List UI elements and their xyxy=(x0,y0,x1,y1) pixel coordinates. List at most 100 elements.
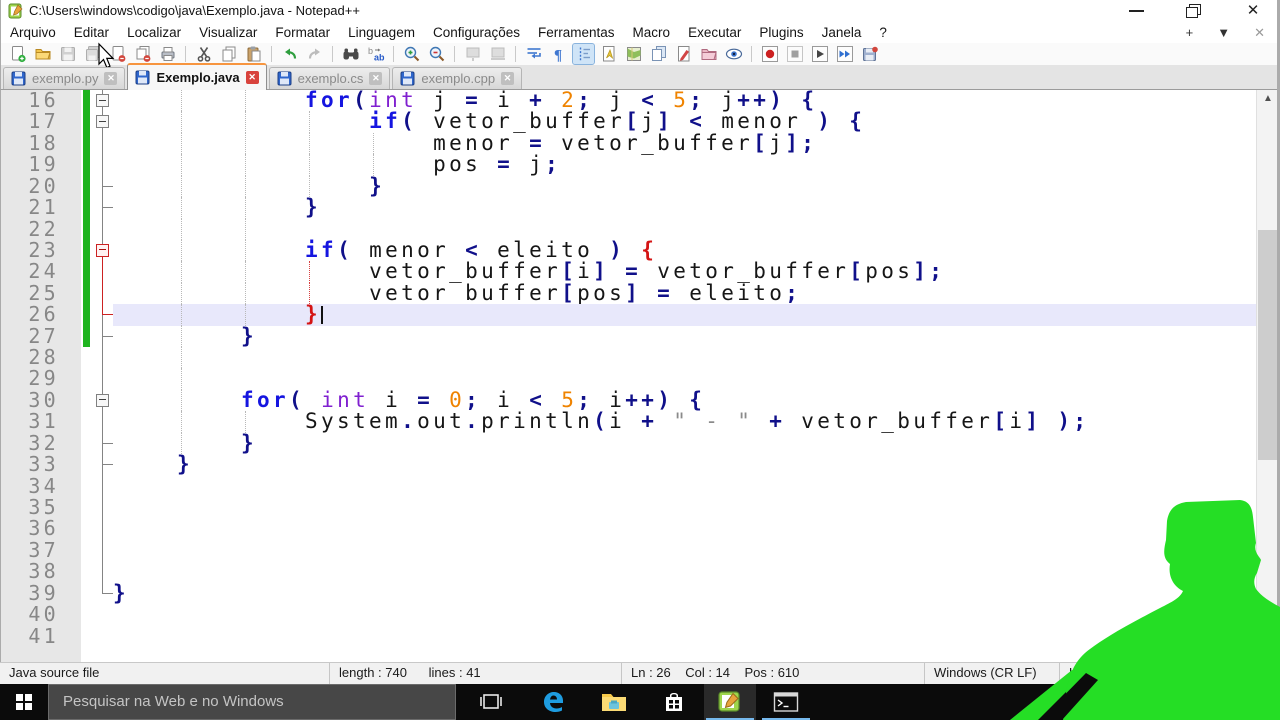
code-line-16[interactable]: for(int j = i + 2; j < 5; j++) { xyxy=(113,90,1256,111)
fold-marker[interactable] xyxy=(93,390,113,411)
code-line-33[interactable]: } xyxy=(113,454,1256,475)
taskbar-file-explorer-icon[interactable] xyxy=(588,684,640,720)
new-file-icon[interactable] xyxy=(7,44,28,64)
find-icon[interactable] xyxy=(340,44,361,64)
menu-arquivo[interactable]: Arquivo xyxy=(1,22,65,43)
menu-janela[interactable]: Janela xyxy=(813,22,871,43)
sync-scroll-horizontal-icon[interactable] xyxy=(487,44,508,64)
stop-recording-icon[interactable] xyxy=(784,44,805,64)
copy-icon[interactable] xyxy=(218,44,239,64)
scrollbar-thumb[interactable] xyxy=(1258,230,1278,460)
tab-close-icon[interactable]: ✕ xyxy=(104,72,117,85)
fold-marker[interactable] xyxy=(93,368,113,389)
code-line-18[interactable]: menor = vetor_buffer[j]; xyxy=(113,133,1256,154)
menu-configuracoes[interactable]: Configurações xyxy=(424,22,529,43)
fold-margin[interactable] xyxy=(93,90,113,662)
fold-marker[interactable] xyxy=(93,411,113,432)
fold-marker[interactable] xyxy=(93,197,113,218)
code-line-39[interactable]: } xyxy=(113,583,1256,604)
save-all-icon[interactable] xyxy=(82,44,103,64)
tab-close-icon[interactable]: ✕ xyxy=(501,72,514,85)
menu-ferramentas[interactable]: Ferramentas xyxy=(529,22,624,43)
minimize-button[interactable] xyxy=(1121,0,1153,22)
tab-exemplo-cpp[interactable]: exemplo.cpp✕ xyxy=(392,67,522,89)
start-button[interactable] xyxy=(0,684,48,720)
close-all-icon[interactable] xyxy=(132,44,153,64)
fold-marker[interactable] xyxy=(93,219,113,240)
fold-marker[interactable] xyxy=(93,304,113,325)
sync-scroll-vertical-icon[interactable] xyxy=(462,44,483,64)
zoom-in-icon[interactable] xyxy=(401,44,422,64)
fold-marker[interactable] xyxy=(93,497,113,518)
taskbar-store-icon[interactable] xyxy=(648,684,700,720)
menu-visualizar[interactable]: Visualizar xyxy=(190,22,266,43)
code-line-20[interactable]: } xyxy=(113,176,1256,197)
taskbar-command-prompt-icon[interactable] xyxy=(760,684,812,720)
close-list-icon[interactable]: ✕ xyxy=(1254,25,1265,41)
function-list-icon[interactable] xyxy=(598,44,619,64)
tab-close-icon[interactable]: ✕ xyxy=(246,71,259,84)
fold-marker[interactable] xyxy=(93,626,113,647)
menu-macro[interactable]: Macro xyxy=(624,22,680,43)
code-line-38[interactable] xyxy=(113,561,1256,582)
menu-help[interactable]: ? xyxy=(870,22,896,43)
code-line-34[interactable] xyxy=(113,476,1256,497)
code-line-28[interactable] xyxy=(113,347,1256,368)
file-monitoring-icon[interactable] xyxy=(723,44,744,64)
code-line-23[interactable]: if( menor < eleito ) { xyxy=(113,240,1256,261)
code-line-40[interactable] xyxy=(113,604,1256,625)
code-line-36[interactable] xyxy=(113,518,1256,539)
taskbar-search-input[interactable]: Pesquisar na Web e no Windows xyxy=(48,684,456,720)
cut-icon[interactable] xyxy=(193,44,214,64)
fold-marker[interactable] xyxy=(93,540,113,561)
new-tab-plus-icon[interactable]: + xyxy=(1186,25,1194,40)
fold-marker[interactable] xyxy=(93,154,113,175)
close-file-icon[interactable] xyxy=(107,44,128,64)
close-button[interactable]: ✕ xyxy=(1237,0,1269,22)
fold-marker[interactable] xyxy=(93,604,113,625)
show-all-characters-icon[interactable]: ¶ xyxy=(548,44,569,64)
code-line-25[interactable]: vetor_buffer[pos] = eleito; xyxy=(113,283,1256,304)
replace-icon[interactable]: bab xyxy=(365,44,386,64)
fold-marker[interactable] xyxy=(93,111,113,132)
code-line-26[interactable]: } xyxy=(113,304,1256,325)
code-editor[interactable]: 1617181920212223242526272829303132333435… xyxy=(0,90,1280,662)
vertical-scrollbar[interactable]: ▲ xyxy=(1256,90,1279,662)
menu-localizar[interactable]: Localizar xyxy=(118,22,190,43)
menu-executar[interactable]: Executar xyxy=(679,22,750,43)
code-line-24[interactable]: vetor_buffer[i] = vetor_buffer[pos]; xyxy=(113,261,1256,282)
menu-editar[interactable]: Editar xyxy=(65,22,118,43)
code-line-31[interactable]: System.out.println(i + " - " + vetor_buf… xyxy=(113,411,1256,432)
fold-marker[interactable] xyxy=(93,261,113,282)
fold-marker[interactable] xyxy=(93,454,113,475)
scroll-up-icon[interactable]: ▲ xyxy=(1257,90,1279,107)
document-switcher-icon[interactable] xyxy=(648,44,669,64)
fold-marker[interactable] xyxy=(93,561,113,582)
menu-plugins[interactable]: Plugins xyxy=(750,22,812,43)
code-line-32[interactable]: } xyxy=(113,433,1256,454)
fold-marker[interactable] xyxy=(93,326,113,347)
undo-icon[interactable] xyxy=(279,44,300,64)
document-map-icon[interactable] xyxy=(623,44,644,64)
run-command-icon[interactable] xyxy=(673,44,694,64)
fold-marker[interactable] xyxy=(93,347,113,368)
menu-formatar[interactable]: Formatar xyxy=(266,22,339,43)
fold-marker[interactable] xyxy=(93,518,113,539)
save-icon[interactable] xyxy=(57,44,78,64)
code-line-35[interactable] xyxy=(113,497,1256,518)
fold-marker[interactable] xyxy=(93,583,113,604)
code-line-22[interactable] xyxy=(113,219,1256,240)
restore-button[interactable] xyxy=(1178,0,1210,22)
indent-guide-icon[interactable] xyxy=(573,44,594,64)
word-wrap-icon[interactable] xyxy=(523,44,544,64)
tab-close-icon[interactable]: ✕ xyxy=(369,72,382,85)
redo-icon[interactable] xyxy=(304,44,325,64)
code-line-37[interactable] xyxy=(113,540,1256,561)
fold-marker[interactable] xyxy=(93,176,113,197)
taskbar-task-view-icon[interactable] xyxy=(470,684,512,720)
code-line-21[interactable]: } xyxy=(113,197,1256,218)
folder-as-workspace-icon[interactable] xyxy=(698,44,719,64)
record-macro-icon[interactable] xyxy=(759,44,780,64)
fold-marker[interactable] xyxy=(93,133,113,154)
code-line-41[interactable] xyxy=(113,626,1256,647)
